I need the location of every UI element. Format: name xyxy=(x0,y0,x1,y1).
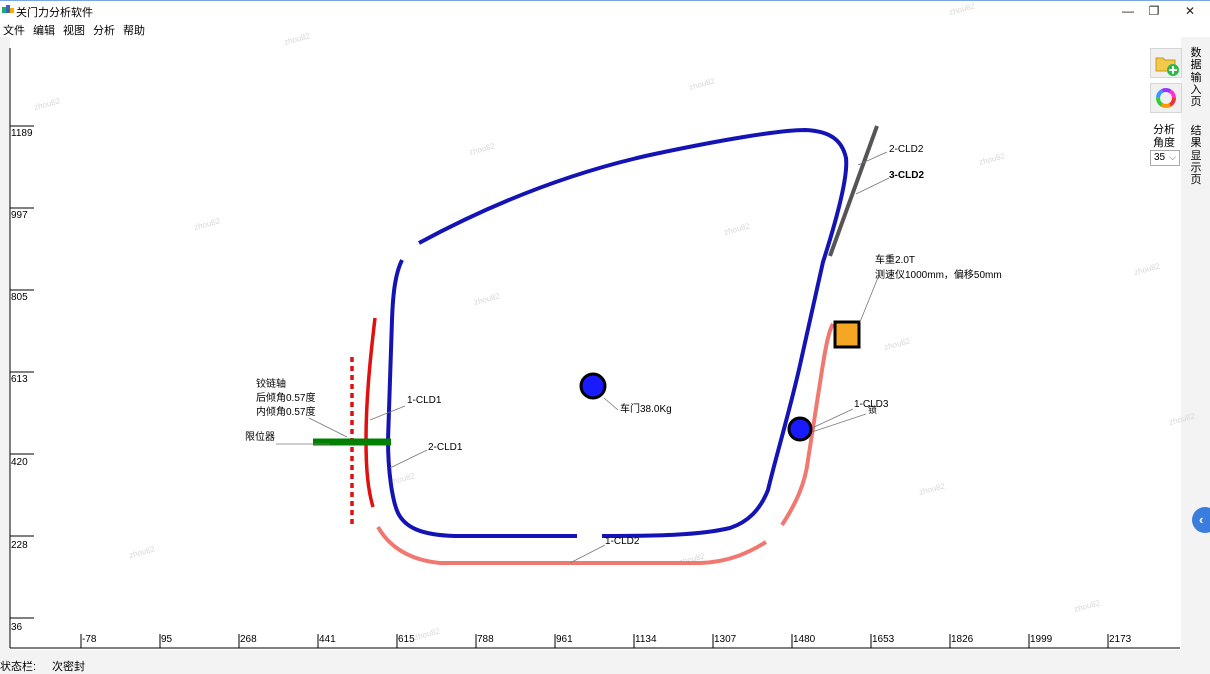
tab-char: 输 xyxy=(1190,71,1202,84)
watermark: zhou82 xyxy=(33,96,61,112)
status-bar: 状态栏: 次密封 xyxy=(0,650,1210,673)
tab-char: 页 xyxy=(1190,96,1202,109)
watermark: zhou82 xyxy=(468,141,496,157)
door-center-marker[interactable] xyxy=(579,372,607,400)
y-tick-label: 420 xyxy=(11,457,28,468)
watermark: zhou82 xyxy=(723,221,751,237)
x-tick-label: 1826 xyxy=(951,634,974,645)
tab-char: 数 xyxy=(1190,47,1202,59)
cld1-2-label: 2-CLD1 xyxy=(428,442,463,453)
x-tick-label: 1999 xyxy=(1030,634,1053,645)
x-tick-label: 1134 xyxy=(635,634,657,645)
watermark: zhou82 xyxy=(948,1,976,17)
angle-value: 35 xyxy=(1154,152,1166,163)
y-tick-label: 228 xyxy=(11,540,28,551)
color-wheel-icon xyxy=(1156,88,1176,108)
y-tick-label: 805 xyxy=(11,292,28,303)
tab-data-input[interactable]: 数 据 输 入 页 xyxy=(1189,47,1203,108)
angle-select[interactable]: 35 ⌵ xyxy=(1150,150,1180,166)
x-tick-label: -78 xyxy=(82,634,97,645)
x-tick-label: 788 xyxy=(477,634,494,645)
watermark: zhou82 xyxy=(413,626,441,642)
door-seal-upper[interactable] xyxy=(418,127,849,538)
x-tick-label: 95 xyxy=(161,634,173,645)
tab-char: 页 xyxy=(1190,174,1202,187)
watermark: zhou82 xyxy=(1073,598,1101,614)
x-axis: -78 95 268 441 615 788 961 1134 1307 148… xyxy=(10,634,1180,649)
watermark: zhou82 xyxy=(688,76,716,92)
color-wheel-button[interactable] xyxy=(1150,83,1182,113)
watermark: zhou82 xyxy=(193,216,221,232)
angle-label-line2: 角度 xyxy=(1153,137,1175,149)
y-tick-label: 613 xyxy=(11,374,28,385)
rear-tilt-label: 后倾角0.57度 xyxy=(256,391,315,404)
watermark: zhou82 xyxy=(128,544,156,560)
watermark: zhou82 xyxy=(978,151,1006,167)
inner-tilt-label: 内倾角0.57度 xyxy=(256,405,315,418)
status-label: 状态栏: xyxy=(0,661,37,673)
cld2-3-label: 3-CLD2 xyxy=(889,170,924,181)
door-mass-label: 车门38.0Kg xyxy=(620,402,672,415)
x-tick-label: 1653 xyxy=(872,634,895,645)
y-axis: 1189 997 805 613 420 228 36 xyxy=(9,48,34,648)
lock-label: 锁 xyxy=(868,404,877,415)
tab-char: 示 xyxy=(1190,161,1202,174)
y-tick-label: 997 xyxy=(11,210,28,221)
hinge-axis-label: 铰链轴 xyxy=(256,377,286,390)
speed-meter-label: 测速仪1000mm，偏移50mm xyxy=(875,268,1002,281)
cld1-1-label: 1-CLD1 xyxy=(407,395,442,406)
cld2-1-label: 1-CLD2 xyxy=(605,536,640,547)
limiter-label: 限位器 xyxy=(245,430,275,443)
chevron-down-icon: ⌵ xyxy=(1169,152,1176,162)
y-tick-label: 1189 xyxy=(11,128,33,139)
x-tick-label: 961 xyxy=(556,634,573,645)
folder-add-icon xyxy=(1155,57,1179,76)
watermark: zhou82 xyxy=(283,31,311,47)
tab-char: 果 xyxy=(1190,137,1202,150)
hinge-seal-red[interactable] xyxy=(364,317,377,508)
cld2-2-label: 2-CLD2 xyxy=(889,144,924,155)
tab-result-display[interactable]: 结 果 显 示 页 xyxy=(1189,125,1203,186)
data-input-button[interactable] xyxy=(1150,48,1182,78)
x-tick-label: 2173 xyxy=(1109,634,1132,645)
x-tick-label: 268 xyxy=(240,634,257,645)
tab-char: 结 xyxy=(1190,125,1202,137)
tab-char: 据 xyxy=(1190,59,1202,72)
tab-char: 显 xyxy=(1190,149,1202,162)
lock-marker[interactable] xyxy=(787,416,813,442)
y-tick-label: 36 xyxy=(11,622,23,633)
drawing-canvas: zhou82 zhou82 zhou82 zhou82 zhou82 zhou8… xyxy=(9,1,1196,649)
gray-seal[interactable] xyxy=(828,125,879,257)
watermark: zhou82 xyxy=(883,336,911,352)
vehicle-weight-label: 车重2.0T xyxy=(875,253,915,266)
chevron-left-icon: ‹ xyxy=(1199,512,1204,527)
watermark: zhou82 xyxy=(918,481,946,497)
x-tick-label: 441 xyxy=(319,634,336,645)
x-tick-label: 1480 xyxy=(793,634,816,645)
status-value: 次密封 xyxy=(52,661,85,673)
watermark: zhou82 xyxy=(473,291,501,307)
tab-char: 入 xyxy=(1190,83,1202,96)
x-tick-label: 615 xyxy=(398,634,415,645)
speed-meter-marker[interactable] xyxy=(833,320,861,349)
x-tick-label: 1307 xyxy=(714,634,737,645)
